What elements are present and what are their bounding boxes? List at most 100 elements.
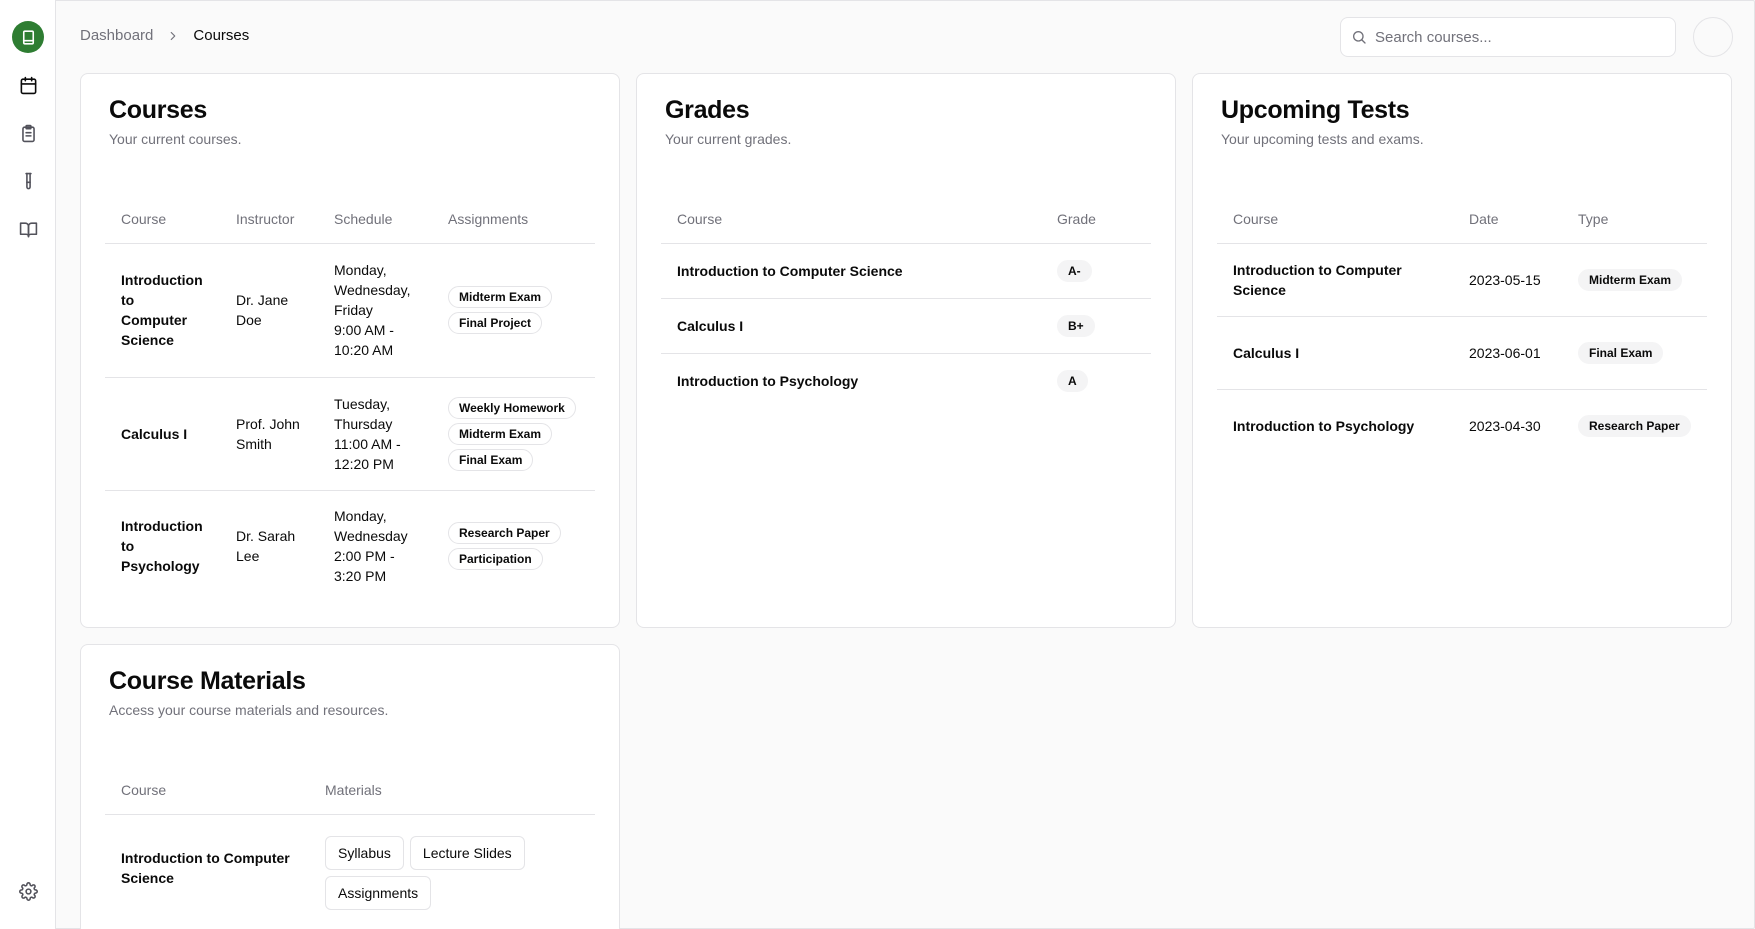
schedule-time: 9:00 AM - 10:20 AM bbox=[334, 322, 394, 358]
instructor-name: Dr. Sarah Lee bbox=[236, 528, 296, 565]
grade-cell: A- bbox=[1041, 243, 1151, 299]
course-name: Introduction to Psychology bbox=[1233, 417, 1415, 434]
assignment-badge: Research Paper bbox=[448, 522, 561, 545]
sidebar-item-settings[interactable] bbox=[12, 875, 44, 907]
column-header: Course bbox=[105, 195, 220, 244]
calendar-icon bbox=[20, 76, 36, 94]
column-header: Grade bbox=[1041, 195, 1151, 244]
table-row[interactable]: Introduction to Computer Science A- bbox=[661, 243, 1151, 299]
courses-card-title: Courses bbox=[109, 96, 207, 124]
courses-table: Course Instructor Schedule Assignments I… bbox=[105, 195, 595, 602]
course-name: Introduction to Computer Science bbox=[1217, 243, 1453, 317]
grade-cell: A bbox=[1041, 353, 1151, 408]
type-cell: Research Paper bbox=[1562, 389, 1707, 462]
column-header: Date bbox=[1453, 195, 1562, 244]
materials-card-title: Course Materials bbox=[109, 667, 306, 695]
column-header: Course bbox=[105, 766, 309, 815]
materials-cell: Syllabus Lecture Slides Assignments bbox=[309, 814, 595, 922]
column-header: Course bbox=[661, 195, 1041, 244]
table-row[interactable]: Introduction to Computer Science Dr. Jan… bbox=[105, 243, 595, 378]
course-name: Introduction to Computer Science bbox=[661, 243, 1041, 299]
courses-card: Courses Your current courses. Course Ins… bbox=[80, 73, 620, 628]
sidebar bbox=[0, 0, 56, 929]
search-box[interactable] bbox=[1340, 17, 1676, 57]
table-row[interactable]: Introduction to Psychology Dr. Sarah Lee… bbox=[105, 490, 595, 602]
chevron-right-icon bbox=[166, 29, 180, 43]
assignments-button[interactable]: Assignments bbox=[325, 876, 432, 911]
breadcrumb-dashboard-link[interactable]: Dashboard bbox=[80, 27, 153, 44]
table-row: Introduction to Computer Science Syllabu… bbox=[105, 814, 595, 922]
column-header: Materials bbox=[309, 766, 595, 815]
assignment-badge: Weekly Homework bbox=[448, 396, 576, 419]
assignment-badge: Final Project bbox=[448, 312, 543, 334]
table-row[interactable]: Introduction to Psychology A bbox=[661, 353, 1151, 408]
sidebar-item-calendar[interactable] bbox=[12, 69, 44, 101]
schedule-time: 11:00 AM - 12:20 PM bbox=[334, 435, 401, 472]
table-row[interactable]: Introduction to Computer Science 2023-05… bbox=[1217, 243, 1707, 317]
type-cell: Final Exam bbox=[1562, 316, 1707, 390]
user-avatar-button[interactable] bbox=[1693, 17, 1733, 57]
schedule-days: Tuesday, Thursday bbox=[334, 395, 393, 432]
grade-badge: B+ bbox=[1057, 314, 1095, 337]
table-header-row: Course Materials bbox=[105, 766, 595, 815]
column-header: Type bbox=[1562, 195, 1707, 244]
test-type-badge: Midterm Exam bbox=[1578, 268, 1683, 291]
tests-table: Course Date Type Introduction to Compute… bbox=[1217, 195, 1707, 462]
course-name: Introduction to Psychology bbox=[677, 372, 859, 389]
grade-cell: B+ bbox=[1041, 298, 1151, 354]
lecture-slides-button[interactable]: Lecture Slides bbox=[409, 836, 525, 871]
upcoming-tests-card: Upcoming Tests Your upcoming tests and e… bbox=[1192, 73, 1732, 628]
materials-table: Course Materials Introduction to Compute… bbox=[105, 766, 595, 922]
assignments-cell: Midterm Exam Final Project bbox=[432, 243, 595, 378]
assignments-cell: Research Paper Participation bbox=[432, 490, 595, 602]
book-logo-icon bbox=[22, 29, 34, 45]
assignment-badge: Midterm Exam bbox=[448, 286, 553, 308]
breadcrumb-current: Courses bbox=[193, 27, 250, 44]
sidebar-item-assignments[interactable] bbox=[12, 117, 44, 149]
schedule-cell: Monday, Wednesday 2:00 PM - 3:20 PM bbox=[318, 490, 432, 602]
schedule-cell: Tuesday, Thursday 11:00 AM - 12:20 PM bbox=[318, 377, 432, 491]
grade-badge: A- bbox=[1057, 259, 1092, 282]
courses-card-description: Your current courses. bbox=[109, 131, 242, 147]
test-tube-icon bbox=[24, 172, 32, 189]
grade-badge: A bbox=[1057, 369, 1088, 392]
tests-card-description: Your upcoming tests and exams. bbox=[1221, 131, 1424, 147]
course-name: Introduction to Psychology bbox=[121, 518, 203, 575]
assignment-badge: Final Exam bbox=[448, 448, 534, 471]
course-name: Introduction to Computer Science bbox=[121, 850, 290, 887]
search-input[interactable] bbox=[1375, 28, 1655, 46]
table-row[interactable]: Calculus I 2023-06-01 Final Exam bbox=[1217, 316, 1707, 390]
test-type-badge: Research Paper bbox=[1578, 414, 1691, 437]
assignment-badge: Midterm Exam bbox=[448, 422, 553, 445]
course-name: Calculus I bbox=[1217, 316, 1453, 390]
search-icon bbox=[1353, 31, 1366, 44]
table-header-row: Course Instructor Schedule Assignments bbox=[105, 195, 595, 244]
schedule-time: 2:00 PM - 3:20 PM bbox=[334, 548, 395, 585]
settings-icon bbox=[18, 881, 38, 901]
table-header-row: Course Date Type bbox=[1217, 195, 1707, 244]
tests-card-title: Upcoming Tests bbox=[1221, 96, 1410, 124]
breadcrumb: Dashboard Courses bbox=[80, 27, 249, 44]
table-row[interactable]: Calculus I Prof. John Smith Tuesday, Thu… bbox=[105, 377, 595, 491]
column-header: Schedule bbox=[318, 195, 432, 244]
test-date: 2023-05-15 bbox=[1453, 243, 1562, 317]
syllabus-button[interactable]: Syllabus bbox=[325, 836, 404, 871]
course-materials-card: Course Materials Access your course mate… bbox=[80, 644, 620, 929]
course-name: Calculus I bbox=[661, 298, 1041, 354]
sidebar-item-tests[interactable] bbox=[12, 165, 44, 197]
schedule-days: Monday, Wednesday, Friday bbox=[334, 262, 411, 318]
grades-table: Course Grade Introduction to Computer Sc… bbox=[661, 195, 1151, 408]
instructor-name: Dr. Jane Doe bbox=[220, 243, 318, 378]
app-logo-button[interactable] bbox=[12, 21, 44, 53]
open-book-icon bbox=[19, 221, 37, 237]
clipboard-icon bbox=[21, 124, 35, 142]
grades-card: Grades Your current grades. Course Grade… bbox=[636, 73, 1176, 628]
table-row[interactable]: Calculus I B+ bbox=[661, 298, 1151, 354]
sidebar-item-materials[interactable] bbox=[12, 213, 44, 245]
schedule-cell: Monday, Wednesday, Friday 9:00 AM - 10:20… bbox=[318, 243, 432, 378]
course-name: Introduction to Computer Science bbox=[105, 243, 220, 378]
assignments-cell: Weekly Homework Midterm Exam Final Exam bbox=[432, 377, 595, 491]
column-header: Instructor bbox=[220, 195, 318, 244]
table-row[interactable]: Introduction to Psychology 2023-04-30 Re… bbox=[1217, 389, 1707, 462]
assignment-badge: Participation bbox=[448, 548, 543, 571]
